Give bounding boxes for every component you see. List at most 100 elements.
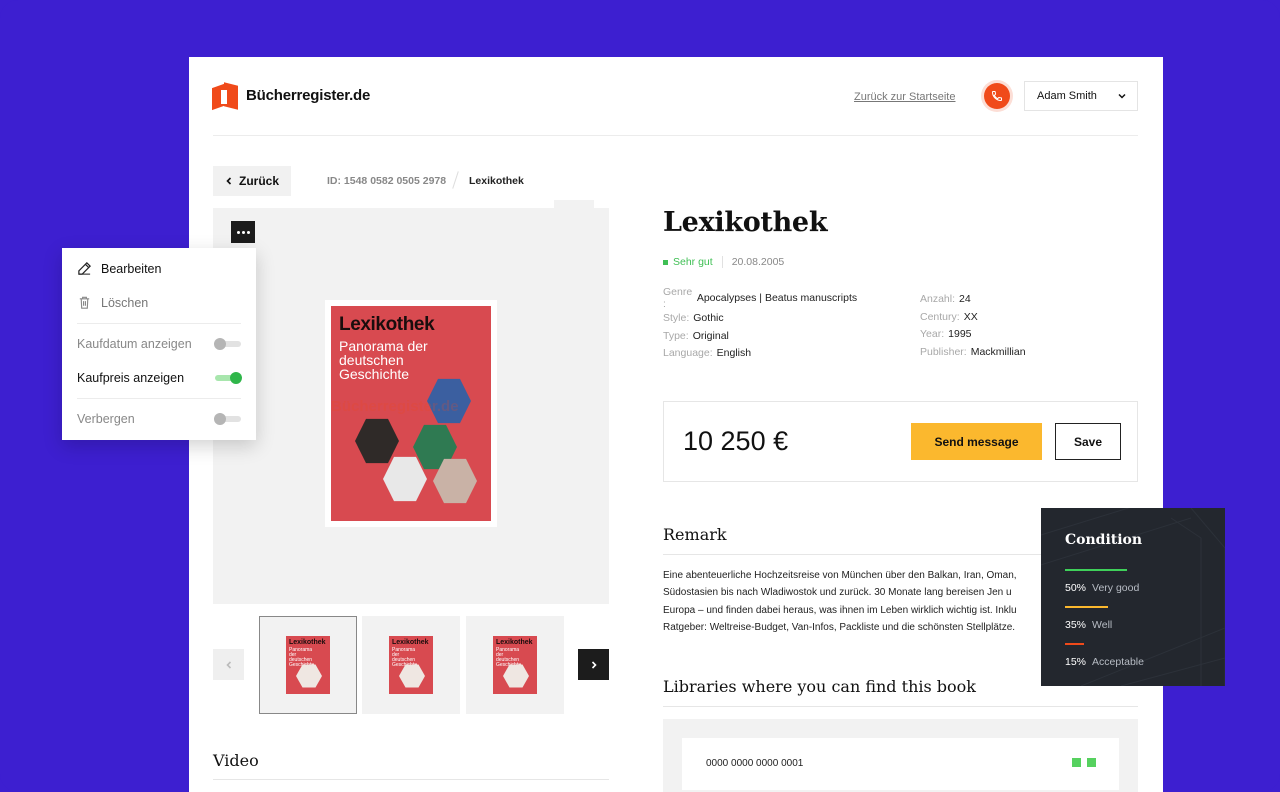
trash-icon: [79, 296, 90, 309]
thumbnail-title: Lexikothek: [289, 639, 326, 646]
remark-text: Eine abenteuerliche Hochzeitsreise von M…: [663, 570, 1017, 633]
breadcrumb-id: ID: 1548 0582 0505 2978: [327, 175, 447, 187]
toggle-knob: [214, 338, 226, 350]
condition-percent: 50%: [1065, 582, 1087, 594]
menu-item-edit[interactable]: Bearbeiten: [77, 261, 161, 276]
library-id: 0000 0000 0000 0001: [706, 758, 804, 769]
toggle-knob: [214, 413, 226, 425]
header-divider: [213, 135, 1138, 136]
send-message-button[interactable]: Send message: [911, 423, 1042, 460]
product-title: Lexikothek: [663, 207, 828, 238]
spec-key: Type:: [663, 329, 689, 342]
thumbnail-book: Lexikothek Panorama der deutschen Geschic…: [389, 636, 433, 694]
product-page: Bücherregister.de Zurück zur Startseite …: [189, 57, 1163, 792]
spec-count: Anzahl: 24: [920, 291, 1026, 309]
condition-title: Condition: [1065, 532, 1143, 548]
condition-percent: 35%: [1065, 619, 1087, 631]
chevron-down-icon: [1118, 93, 1126, 99]
toggle-switch[interactable]: [214, 413, 241, 425]
toggle-label: Verbergen: [77, 412, 135, 426]
status-date: 20.08.2005: [731, 256, 785, 268]
spec-value: XX: [963, 310, 978, 323]
condition-card: Condition 50% Very good 35% Well 15% Accept…: [1041, 508, 1225, 686]
menu-divider: [77, 323, 241, 324]
libraries-title: Libraries where you can find this book: [663, 677, 976, 696]
toggle-switch[interactable]: [214, 338, 241, 350]
back-label: Zurück: [238, 174, 279, 188]
spec-key: Genre: [663, 286, 693, 298]
condition-row-very-good: 50% Very good: [1065, 582, 1139, 594]
spec-key: Language:: [663, 347, 713, 359]
chevron-right-icon: [591, 660, 597, 669]
condition-row-acceptable: 15% Acceptable: [1065, 656, 1144, 668]
menu-item-label: Bearbeiten: [101, 261, 162, 276]
library-item[interactable]: 0000 0000 0000 0001: [682, 738, 1119, 790]
condition-percent: 15%: [1065, 656, 1087, 668]
menu-divider: [77, 398, 241, 399]
toggle-switch[interactable]: [215, 372, 242, 384]
spec-key: Year:: [920, 328, 945, 340]
brand-logo[interactable]: Bücherregister.de: [212, 80, 370, 111]
spec-key: Century:: [920, 310, 960, 323]
thumbnail-title: Lexikothek: [392, 639, 429, 646]
spec-list-left: Genre: Apocalypses | Beatus manuscripts …: [663, 286, 857, 363]
menu-item-delete[interactable]: Löschen: [77, 295, 148, 310]
condition-label: Very good: [1092, 582, 1140, 594]
status-dot-icon: [663, 259, 668, 265]
condition-label: Well: [1092, 619, 1113, 631]
logo-mark-icon: [212, 80, 240, 111]
status-divider: [721, 256, 723, 268]
thumbnail-book: Lexikothek Panorama der deutschen Geschic…: [286, 636, 330, 694]
condition-bar-very-good: [1065, 569, 1127, 571]
toggle-kaufdatum[interactable]: Kaufdatum anzeigen: [77, 337, 241, 351]
spec-key: Style:: [663, 312, 690, 324]
spec-style: Style: Gothic: [663, 310, 857, 328]
cover-title: Lexikothek: [339, 314, 435, 335]
toggle-kaufpreis[interactable]: Kaufpreis anzeigen: [77, 371, 242, 385]
spec-year: Year: 1995: [920, 326, 1026, 344]
video-divider: [213, 779, 609, 780]
spec-language: Language: English: [663, 345, 857, 363]
home-link[interactable]: Zurück zur Startseite: [854, 91, 955, 103]
toggle-verbergen[interactable]: Verbergen: [77, 412, 241, 426]
phone-button[interactable]: [984, 83, 1010, 109]
more-options-button[interactable]: [231, 221, 255, 243]
spec-type: Type: Original: [663, 328, 857, 346]
condition-label: Acceptable: [1092, 656, 1144, 668]
spec-publisher: Publisher: Mackmillian: [920, 344, 1026, 362]
remark-title: Remark: [663, 525, 727, 544]
spec-value: Mackmillian: [970, 345, 1026, 358]
condition-bar-acceptable: [1065, 643, 1084, 645]
cover-building: [383, 456, 427, 502]
thumbnail-title: Lexikothek: [496, 639, 533, 646]
menu-item-label: Löschen: [101, 295, 149, 310]
thumbnail-1[interactable]: Lexikothek Panorama der deutschen Geschic…: [259, 616, 357, 714]
chevron-left-icon: [225, 660, 231, 669]
user-menu-select[interactable]: Adam Smith: [1024, 81, 1138, 111]
cover-subtitle: Panorama der deutschen Geschichte: [339, 338, 428, 382]
image-context-menu: Bearbeiten Löschen Kaufdatum anzeigen Ka…: [62, 248, 256, 440]
spec-key: Anzahl:: [920, 293, 956, 305]
status-badge: Sehr gut: [673, 256, 713, 268]
thumbnail-next-button[interactable]: [578, 649, 609, 680]
more-icon-dot: [241, 230, 245, 234]
more-icon: [236, 230, 240, 234]
libraries-divider: [663, 706, 1138, 707]
price-box: 10 250 € Send message Save: [663, 401, 1138, 482]
spec-key: Publisher:: [920, 345, 967, 358]
thumbnail-book: Lexikothek Panorama der deutschen Geschic…: [493, 636, 537, 694]
video-section-title: Video: [213, 751, 259, 770]
spec-genre: Genre: Apocalypses | Beatus manuscripts: [663, 286, 857, 310]
thumbnail-prev-button[interactable]: [213, 649, 244, 680]
spec-key-colon: :: [663, 298, 666, 310]
spec-list-right: Anzahl: 24 Century: XX Year: 1995 Publisher…: [920, 291, 1026, 361]
save-button[interactable]: Save: [1055, 423, 1121, 460]
library-status-icon: [1087, 758, 1096, 767]
image-watermark: Bücherregister.de: [331, 398, 459, 415]
main-image-viewer[interactable]: Lexikothek Panorama der deutschen Geschi…: [213, 200, 609, 604]
back-button[interactable]: Zurück: [213, 166, 291, 196]
breadcrumb-current: Lexikothek: [469, 175, 524, 187]
condition-bar-well: [1065, 606, 1108, 608]
thumbnail-2[interactable]: Lexikothek Panorama der deutschen Geschic…: [362, 616, 460, 714]
thumbnail-3[interactable]: Lexikothek Panorama der deutschen Geschic…: [466, 616, 564, 714]
